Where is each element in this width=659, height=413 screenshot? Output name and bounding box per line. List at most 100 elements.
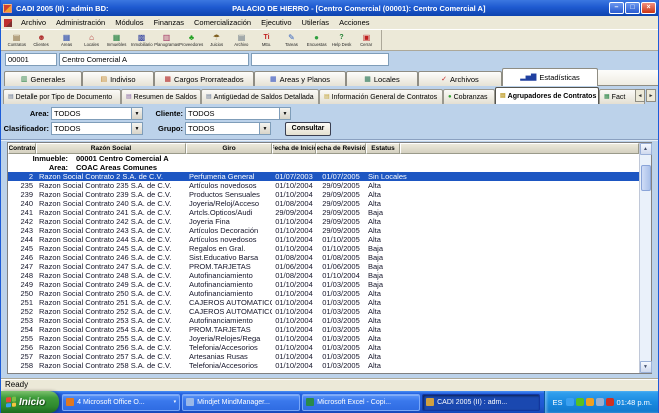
table-row[interactable]: 251Razon Social Contrato 251 S.A. de C.V… [8, 298, 639, 307]
contratos-button[interactable]: ▤Contratos [4, 30, 29, 50]
messenger-icon[interactable] [576, 398, 584, 406]
table-row[interactable]: 235Razon Social Contrato 235 S.A. de C.V… [8, 181, 639, 190]
table-row[interactable]: 253Razon Social Contrato 253 S.A. de C.V… [8, 316, 639, 325]
menu-archivo[interactable]: Archivo [16, 18, 51, 27]
tab-indiviso[interactable]: ▤Indiviso [82, 71, 154, 86]
table-row[interactable]: 250Razon Social Contrato 250 S.A. de C.V… [8, 289, 639, 298]
dropdown-arrow-icon[interactable]: ▼ [131, 123, 142, 134]
table-row[interactable]: 2Razon Social Contrato 2 S.A. de C.V.Per… [8, 172, 639, 181]
cell-contrato: 249 [8, 280, 36, 289]
maximize-button[interactable]: □ [625, 2, 640, 14]
inmobiliario-button[interactable]: ▩Inmobiliario [129, 30, 154, 50]
subtab-agrupadores-de-contratos[interactable]: ▤Agrupadores de Contratos [495, 87, 599, 104]
tab-cargos-prorrateados[interactable]: ▦Cargos Prorrateados [154, 71, 254, 86]
subtab-informacion-general-de-contratos[interactable]: ▤Información General de Contratos [319, 89, 443, 104]
table-row[interactable]: 243Razon Social Contrato 243 S.A. de C.V… [8, 226, 639, 235]
table-row[interactable]: 258Razon Social Contrato 258 S.A. de C.V… [8, 361, 639, 370]
table-row[interactable]: 241Razon Social Contrato 241 S.A. de C.V… [8, 208, 639, 217]
taskbar-task-microsoft-excel-copi[interactable]: Microsoft Excel - Copi... [302, 394, 420, 411]
subtab-resumen-de-saldos[interactable]: ▤Resumen de Saldos [121, 89, 201, 104]
table-row[interactable]: 245Razon Social Contrato 245 S.A. de C.V… [8, 244, 639, 253]
table-row[interactable]: 249Razon Social Contrato 249 S.A. de C.V… [8, 280, 639, 289]
menu-ejecutivo[interactable]: Ejecutivo [256, 18, 296, 27]
table-row[interactable]: 257Razon Social Contrato 257 S.A. de C.V… [8, 352, 639, 361]
table-row[interactable]: 242Razon Social Contrato 242 S.A. de C.V… [8, 217, 639, 226]
menu-utilerias[interactable]: Utilerías [297, 18, 335, 27]
juicios-button[interactable]: ☂Juicios [204, 30, 229, 50]
tab-locales[interactable]: ▦Locales [346, 71, 418, 86]
start-button[interactable]: Inicio [1, 391, 59, 413]
tab-scroll-left-icon[interactable]: ◄ [635, 89, 645, 102]
proveedores-button[interactable]: ♣Proveedores [179, 30, 204, 50]
dropdown-arrow-icon[interactable]: ▼ [131, 108, 142, 119]
table-row[interactable]: 248Razon Social Contrato 248 S.A. de C.V… [8, 271, 639, 280]
areas-button[interactable]: ▦Areas [54, 30, 79, 50]
area-filter-select[interactable]: TODOS ▼ [51, 107, 143, 120]
scroll-up-icon[interactable]: ▲ [640, 143, 652, 155]
vertical-scrollbar[interactable]: ▲ ▼ [639, 143, 651, 373]
dropdown-arrow-icon[interactable]: ▼ [279, 108, 290, 119]
app-tray-icon[interactable] [586, 398, 594, 406]
tab-estadisticas[interactable]: ▂▅▇Estadísticas [502, 68, 598, 86]
extra-field-input[interactable] [251, 53, 389, 66]
volume-icon[interactable] [566, 398, 574, 406]
tab-scroll-right-icon[interactable]: ► [646, 89, 656, 102]
locales-button[interactable]: ⌂Locales [79, 30, 104, 50]
cell-giro: Artículos novedosos [186, 235, 272, 244]
menu-finanzas[interactable]: Finanzas [149, 18, 189, 27]
table-row[interactable]: 256Razon Social Contrato 256 S.A. de C.V… [8, 343, 639, 352]
planogramas-button[interactable]: ▥Planogramas [154, 30, 179, 50]
clasificador-filter-select[interactable]: TODOS ▼ [51, 122, 143, 135]
column-header-razon-social[interactable]: Razón Social [36, 143, 186, 154]
menu-modulos[interactable]: Módulos [110, 18, 148, 27]
tab-generales[interactable]: ▥Generales [4, 71, 82, 86]
cell-contrato: 258 [8, 361, 36, 370]
menu-acciones[interactable]: Acciones [334, 18, 374, 27]
inmueble-code-input[interactable] [5, 53, 57, 66]
table-row[interactable]: 246Razon Social Contrato 246 S.A. de C.V… [8, 253, 639, 262]
menu-comercializacion[interactable]: Comercialización [189, 18, 256, 27]
tareas-button[interactable]: ✎Tareas [279, 30, 304, 50]
taskbar-task-mindjet-mindmanager[interactable]: Mindjet MindManager... [182, 394, 300, 411]
table-row[interactable]: 240Razon Social Contrato 240 S.A. de C.V… [8, 199, 639, 208]
table-row[interactable]: 255Razon Social Contrato 255 S.A. de C.V… [8, 334, 639, 343]
close-button[interactable]: × [641, 2, 656, 14]
subtab-detalle-por-tipo-de-documento[interactable]: ▤Detalle por Tipo de Documento [3, 89, 121, 104]
consultar-button[interactable]: Consultar [285, 122, 331, 136]
cerrar-button[interactable]: ▣Cerrar [354, 30, 379, 50]
table-row[interactable]: 239Razon Social Contrato 239 S.A. de C.V… [8, 190, 639, 199]
table-row[interactable]: 254Razon Social Contrato 254 S.A. de C.V… [8, 325, 639, 334]
scroll-down-icon[interactable]: ▼ [640, 361, 652, 373]
table-row[interactable]: 247Razon Social Contrato 247 S.A. de C.V… [8, 262, 639, 271]
inmueble-name-input[interactable] [59, 53, 249, 66]
grupo-filter-select[interactable]: TODOS ▼ [185, 122, 271, 135]
minimize-button[interactable]: – [609, 2, 624, 14]
task-group-chevron-icon[interactable]: ▾ [174, 399, 177, 405]
network-icon[interactable] [596, 398, 604, 406]
archivo-button[interactable]: ▤Archivo [229, 30, 254, 50]
taskbar-task-cadi-2005-ii-adm[interactable]: CADI 2005 (II) : adm... [422, 394, 540, 411]
column-header-estatus[interactable]: Estatus [366, 143, 400, 154]
tab-archivos[interactable]: ✓Archivos [418, 71, 502, 86]
column-header-contrato[interactable]: Contrato [8, 143, 36, 154]
column-header-fecha-de-inicio[interactable]: Fecha de Inicio [272, 143, 316, 154]
scrollbar-thumb[interactable] [641, 165, 651, 191]
security-icon[interactable] [606, 398, 614, 406]
encuestas-button[interactable]: ●Encuestas [304, 30, 329, 50]
table-row[interactable]: 244Razon Social Contrato 244 S.A. de C.V… [8, 235, 639, 244]
subtab-cobranzas[interactable]: ●Cobranzas [443, 89, 495, 104]
taskbar-task-4-microsoft-office-o[interactable]: 4 Microsoft Office O...▾ [62, 394, 180, 411]
menu-administracion[interactable]: Administración [51, 18, 110, 27]
cliente-filter-select[interactable]: TODOS ▼ [185, 107, 291, 120]
help-desk-button[interactable]: ?Help Desk [329, 30, 354, 50]
clientes-button[interactable]: ☻Clientes [29, 30, 54, 50]
dropdown-arrow-icon[interactable]: ▼ [259, 123, 270, 134]
column-header-fecha-de-revision[interactable]: Fecha de Revisión [316, 143, 366, 154]
subtab-antiguedad-de-saldos-detallada[interactable]: ▤Antigüedad de Saldos Detallada [201, 89, 319, 104]
tab-areas-y-planos[interactable]: ▦Areas y Planos [254, 71, 346, 86]
mtto-button[interactable]: TiMtto. [254, 30, 279, 50]
column-header-giro[interactable]: Giro [186, 143, 272, 154]
table-row[interactable]: 252Razon Social Contrato 252 S.A. de C.V… [8, 307, 639, 316]
inmuebles-button[interactable]: ▦Inmuebles [104, 30, 129, 50]
language-indicator[interactable]: ES [553, 398, 563, 407]
